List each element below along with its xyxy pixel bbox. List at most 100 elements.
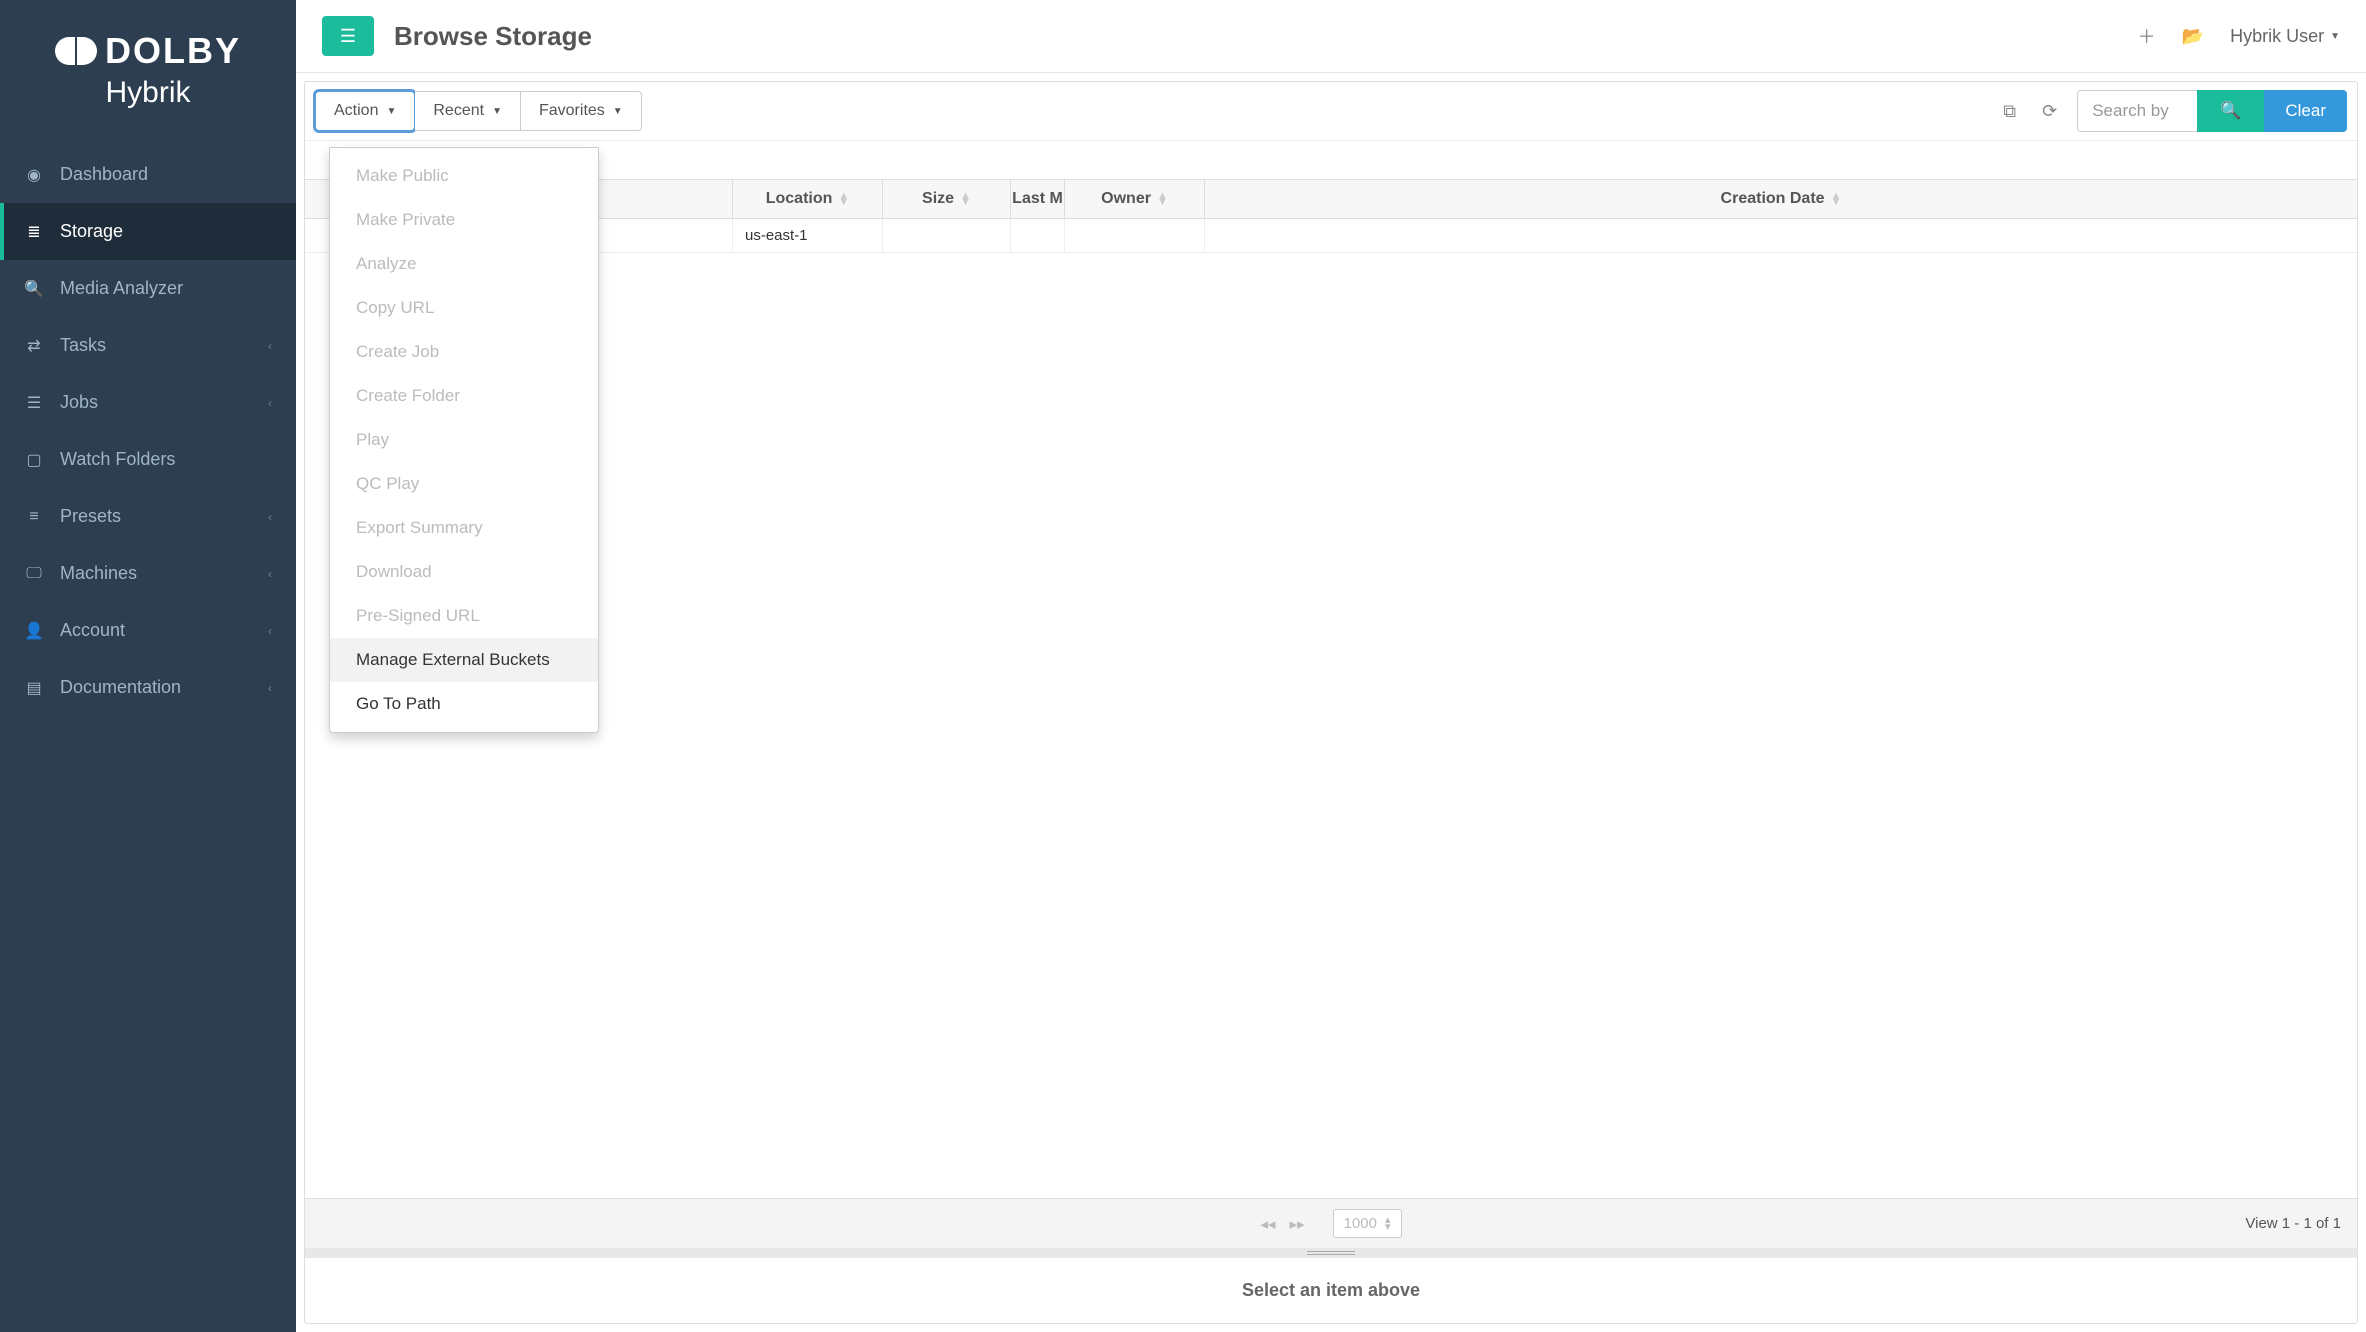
refresh-icon[interactable]: ⟳ bbox=[2036, 95, 2063, 128]
menu-item-make-private: Make Private bbox=[330, 198, 598, 242]
sidebar-item-watch-folders[interactable]: ▢ Watch Folders bbox=[0, 431, 296, 488]
jobs-icon: ☰ bbox=[24, 393, 44, 413]
sort-icon: ▲▼ bbox=[960, 193, 971, 205]
menu-item-pre-signed-url: Pre-Signed URL bbox=[330, 594, 598, 638]
sidebar-item-label: Machines bbox=[60, 563, 137, 584]
menu-item-play: Play bbox=[330, 418, 598, 462]
sort-icon: ▲▼ bbox=[1831, 193, 1842, 205]
cell-size bbox=[883, 219, 1011, 252]
sidebar-item-documentation[interactable]: ▤Documentation ‹ bbox=[0, 659, 296, 716]
column-label: Last M bbox=[1012, 190, 1063, 208]
recent-dropdown-button[interactable]: Recent ▼ bbox=[415, 91, 521, 131]
column-label: Owner bbox=[1101, 190, 1151, 208]
copy-icon[interactable]: ⧉ bbox=[1997, 95, 2022, 128]
select-caret-icon: ▴▾ bbox=[1385, 1217, 1391, 1231]
sidebar-item-label: Documentation bbox=[60, 677, 181, 698]
search-input[interactable] bbox=[2077, 90, 2197, 132]
search-icon: 🔍 bbox=[2220, 101, 2241, 120]
folder-open-icon[interactable]: 📂 bbox=[2182, 26, 2204, 47]
menu-item-download: Download bbox=[330, 550, 598, 594]
splitter-handle-icon bbox=[1307, 1251, 1355, 1255]
dashboard-icon: ◉ bbox=[24, 165, 44, 185]
sidebar-toggle-button[interactable]: ☰ bbox=[322, 16, 374, 56]
chevron-left-icon: ‹ bbox=[268, 339, 272, 353]
cell-location: us-east-1 bbox=[733, 219, 883, 252]
sidebar-item-tasks[interactable]: ⇄ Tasks ‹ bbox=[0, 317, 296, 374]
menu-item-export-summary: Export Summary bbox=[330, 506, 598, 550]
action-dropdown-menu: Make Public Make Private Analyze Copy UR… bbox=[329, 147, 599, 733]
folder-icon: ▢ bbox=[24, 450, 44, 470]
button-label: Recent bbox=[433, 102, 484, 120]
add-icon[interactable]: ＋ bbox=[2138, 23, 2156, 49]
user-icon: 👤 bbox=[24, 621, 44, 641]
sidebar-item-presets[interactable]: ≡ Presets ‹ bbox=[0, 488, 296, 545]
menu-item-go-to-path[interactable]: Go To Path bbox=[330, 682, 598, 726]
storage-panel: Action ▼ Recent ▼ Favorites ▼ ⧉ bbox=[304, 81, 2358, 1324]
sidebar-item-label: Media Analyzer bbox=[60, 278, 183, 299]
sidebar-item-label: Tasks bbox=[60, 335, 106, 356]
column-label: Size bbox=[922, 190, 954, 208]
column-label: Location bbox=[766, 190, 833, 208]
page-size-select[interactable]: 1000 ▴▾ bbox=[1333, 1209, 1402, 1238]
toolbar: Action ▼ Recent ▼ Favorites ▼ ⧉ bbox=[305, 82, 2357, 141]
storage-icon: ≣ bbox=[24, 222, 44, 242]
sidebar-item-label: Account bbox=[60, 620, 125, 641]
brand-hybrik-text: Hybrik bbox=[20, 76, 276, 110]
cell-owner bbox=[1065, 219, 1205, 252]
caret-down-icon: ▼ bbox=[386, 106, 396, 117]
caret-down-icon: ▼ bbox=[2330, 31, 2340, 42]
sidebar-item-label: Watch Folders bbox=[60, 449, 175, 470]
page-title: Browse Storage bbox=[394, 21, 592, 52]
pager-info: View 1 - 1 of 1 bbox=[2245, 1215, 2341, 1232]
button-label: Action bbox=[334, 102, 378, 120]
sidebar: DOLBY Hybrik ◉ Dashboard ≣Storage 🔍 Media … bbox=[0, 0, 296, 1332]
column-header-creation-date[interactable]: Creation Date ▲▼ bbox=[1205, 180, 2357, 218]
sidebar-item-label: Presets bbox=[60, 506, 121, 527]
caret-down-icon: ▼ bbox=[492, 106, 502, 117]
cell-creation-date bbox=[1205, 219, 2357, 252]
table-header: Location ▲▼ Size ▲▼ Last M Owner ▲▼ bbox=[305, 179, 2357, 219]
menu-item-create-job: Create Job bbox=[330, 330, 598, 374]
chevron-left-icon: ‹ bbox=[268, 624, 272, 638]
favorites-dropdown-button[interactable]: Favorites ▼ bbox=[521, 91, 642, 131]
column-header-location[interactable]: Location ▲▼ bbox=[733, 180, 883, 218]
sidebar-item-label: Dashboard bbox=[60, 164, 148, 185]
menu-item-manage-external-buckets[interactable]: Manage External Buckets bbox=[330, 638, 598, 682]
search-icon: 🔍 bbox=[24, 279, 44, 299]
brand-dolby-text: DOLBY bbox=[105, 30, 241, 72]
sidebar-item-label: Jobs bbox=[60, 392, 98, 413]
pager-first-icon[interactable]: ◂◂ bbox=[1260, 1215, 1275, 1233]
sidebar-item-dashboard[interactable]: ◉ Dashboard bbox=[0, 146, 296, 203]
column-header-owner[interactable]: Owner ▲▼ bbox=[1065, 180, 1205, 218]
user-menu[interactable]: Hybrik User ▼ bbox=[2230, 26, 2340, 47]
pager-next-icon[interactable]: ▸▸ bbox=[1290, 1215, 1305, 1233]
chevron-left-icon: ‹ bbox=[268, 681, 272, 695]
search-button[interactable]: 🔍 bbox=[2197, 90, 2264, 132]
topbar: ☰ Browse Storage ＋ 📂 Hybrik User ▼ bbox=[296, 0, 2366, 73]
tasks-icon: ⇄ bbox=[24, 336, 44, 356]
sidebar-item-storage[interactable]: ≣Storage bbox=[0, 203, 296, 260]
sidebar-item-jobs[interactable]: ☰Jobs ‹ bbox=[0, 374, 296, 431]
caret-down-icon: ▼ bbox=[613, 106, 623, 117]
action-dropdown-button[interactable]: Action ▼ bbox=[315, 91, 415, 131]
dolby-logo-icon bbox=[55, 37, 97, 65]
splitter[interactable] bbox=[305, 1248, 2357, 1258]
table-area: Location ▲▼ Size ▲▼ Last M Owner ▲▼ bbox=[305, 141, 2357, 1198]
sidebar-nav: ◉ Dashboard ≣Storage 🔍 Media Analyzer ⇄ Tas… bbox=[0, 146, 296, 716]
clear-button[interactable]: Clear bbox=[2264, 90, 2347, 132]
list-icon: ≡ bbox=[24, 508, 44, 526]
sidebar-item-machines[interactable]: 🖵Machines ‹ bbox=[0, 545, 296, 602]
menu-item-copy-url: Copy URL bbox=[330, 286, 598, 330]
cell-last-modified bbox=[1011, 219, 1065, 252]
sort-icon: ▲▼ bbox=[838, 193, 849, 205]
column-header-last-modified[interactable]: Last M bbox=[1011, 180, 1065, 218]
brand-logo: DOLBY Hybrik bbox=[0, 0, 296, 130]
chevron-left-icon: ‹ bbox=[268, 510, 272, 524]
table-row[interactable]: us-east-1 bbox=[305, 219, 2357, 253]
column-header-size[interactable]: Size ▲▼ bbox=[883, 180, 1011, 218]
hamburger-icon: ☰ bbox=[340, 26, 356, 47]
sidebar-item-account[interactable]: 👤 Account ‹ bbox=[0, 602, 296, 659]
user-name: Hybrik User bbox=[2230, 26, 2324, 47]
monitor-icon: 🖵 bbox=[24, 565, 44, 583]
sidebar-item-media-analyzer[interactable]: 🔍 Media Analyzer bbox=[0, 260, 296, 317]
